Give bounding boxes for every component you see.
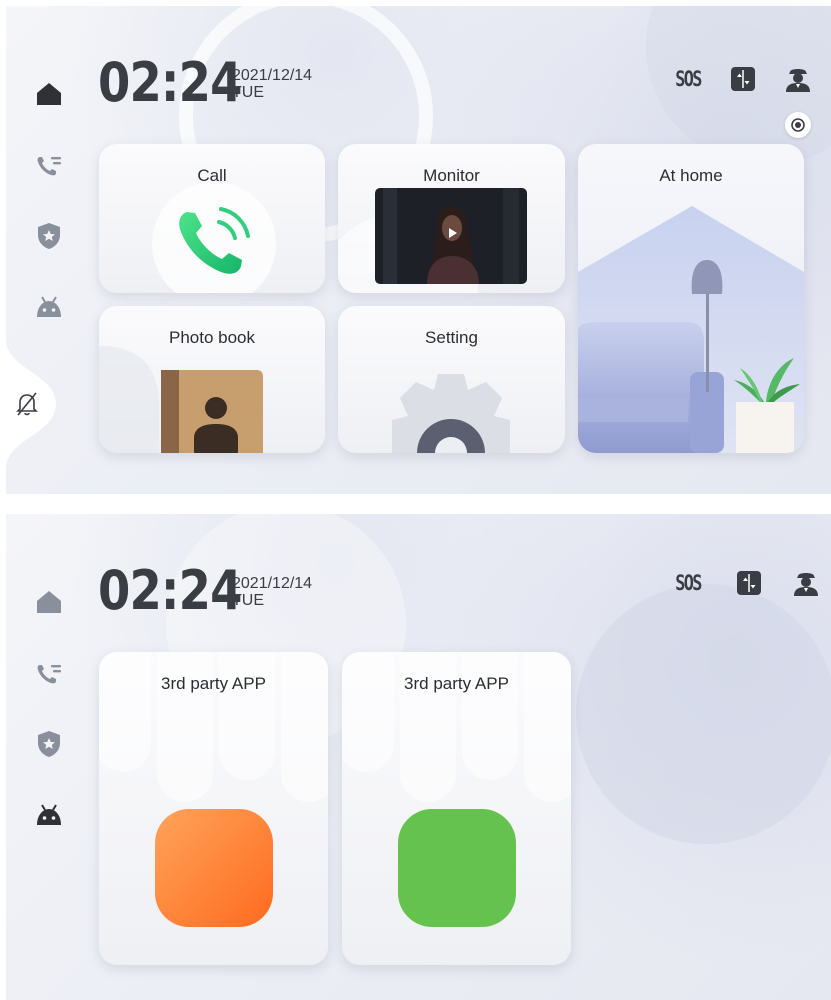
sos-button[interactable]: SOS [671, 66, 705, 92]
third-party-app-card-1[interactable]: 3rd party APP [99, 652, 328, 965]
at-home-card[interactable]: At home [578, 144, 804, 453]
monitor-card[interactable]: Monitor [338, 144, 565, 293]
record-button[interactable] [785, 112, 811, 138]
android-icon [37, 296, 61, 317]
monitor-card-title: Monitor [423, 166, 480, 185]
photo-book-card[interactable]: Photo book [99, 306, 325, 453]
home-icon [37, 83, 61, 105]
card-decoration [99, 652, 151, 772]
app-icon-green[interactable] [398, 809, 516, 927]
card-decoration [342, 652, 394, 772]
elevator-button[interactable] [730, 66, 756, 92]
weekday-text: TUE [232, 84, 264, 101]
app-card-title: 3rd party APP [404, 674, 509, 693]
elevator-button[interactable] [736, 570, 762, 596]
apps-screen: 02:24 2021/12/14 TUE SOS 3rd party APP 3… [6, 514, 831, 1000]
third-party-app-card-2[interactable]: 3rd party APP [342, 652, 571, 965]
sidebar-item-home[interactable] [34, 587, 64, 617]
sidebar-item-apps[interactable] [34, 800, 64, 830]
sidebar-item-call-log[interactable] [34, 659, 64, 689]
card-decoration [462, 652, 518, 780]
call-card[interactable]: Call [99, 144, 325, 293]
elevator-icon [737, 571, 761, 595]
shield-star-icon [38, 223, 60, 249]
clock-time: 02:24 [98, 559, 242, 622]
sos-icon: SOS [675, 67, 702, 91]
home-screen: 02:24 2021/12/14 TUE SOS Call Monitor At… [6, 6, 831, 494]
date-text: 2021/12/14 [232, 575, 313, 592]
clock-time: 02:24 [98, 51, 242, 114]
sidebar-item-call-log[interactable] [34, 151, 64, 181]
sos-icon: SOS [675, 571, 702, 595]
call-guard-button[interactable] [784, 64, 812, 94]
contact-book-icon [161, 370, 263, 453]
clock-date: 2021/12/14 TUE [232, 575, 312, 609]
sos-button[interactable]: SOS [671, 570, 705, 596]
photo-book-card-title: Photo book [168, 328, 255, 347]
call-guard-button[interactable] [792, 568, 820, 598]
call-list-icon [37, 665, 61, 684]
sidebar-item-security[interactable] [34, 729, 64, 759]
weekday-text: TUE [232, 592, 264, 609]
clock-date: 2021/12/14 TUE [232, 67, 312, 101]
setting-card[interactable]: Setting [338, 306, 565, 453]
record-icon [791, 118, 805, 132]
call-card-title: Call [197, 166, 227, 185]
sidebar-item-security[interactable] [34, 221, 64, 251]
guard-icon [786, 69, 810, 92]
living-room-illustration [578, 206, 804, 453]
sidebar-item-apps[interactable] [34, 292, 64, 322]
gear-icon [392, 374, 510, 453]
date-text: 2021/12/14 [232, 67, 313, 84]
phone-call-icon [179, 207, 250, 274]
call-list-icon [37, 157, 61, 176]
guard-icon [794, 573, 818, 596]
do-not-disturb-tab[interactable] [6, 339, 56, 469]
android-icon [37, 804, 61, 825]
card-decoration [219, 652, 275, 780]
app-card-title: 3rd party APP [161, 674, 266, 693]
app-icon-orange[interactable] [155, 809, 273, 927]
camera-preview[interactable] [375, 188, 527, 284]
home-icon [37, 591, 61, 613]
elevator-icon [731, 67, 755, 91]
sidebar-item-home[interactable] [34, 79, 64, 109]
shield-star-icon [38, 731, 60, 757]
at-home-card-title: At home [659, 166, 723, 185]
